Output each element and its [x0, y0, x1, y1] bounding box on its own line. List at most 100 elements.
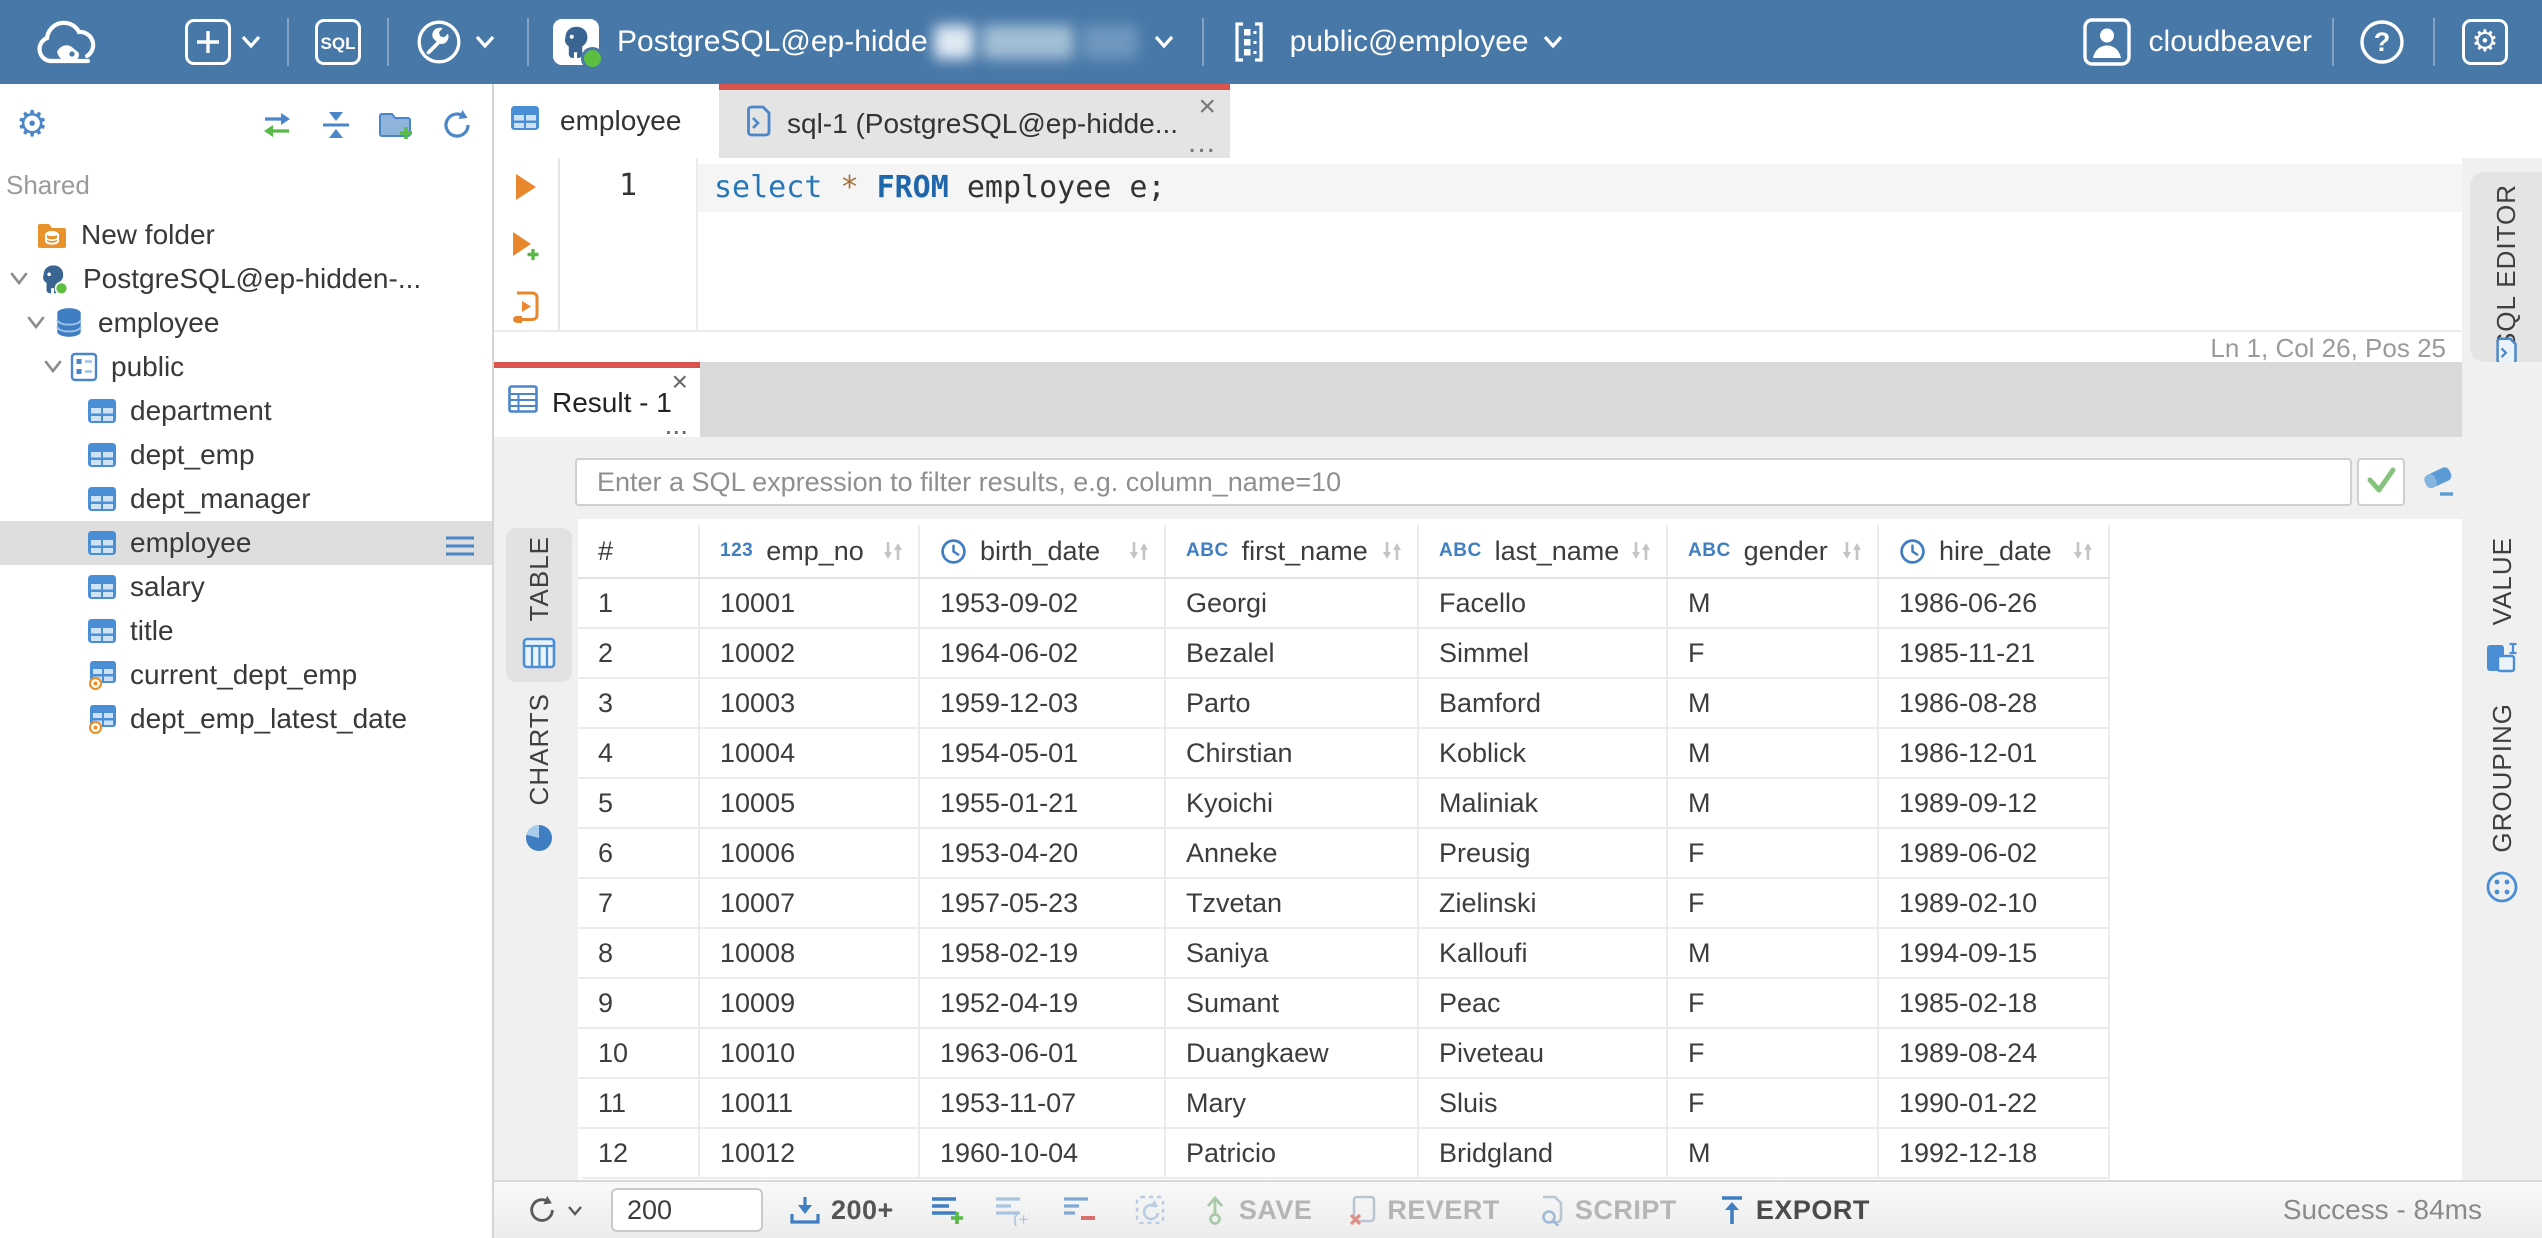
row-menu-handle-icon[interactable] [444, 532, 476, 564]
tree-item[interactable]: department [0, 389, 492, 433]
grid-cell[interactable]: 10005 [699, 778, 920, 829]
column-header-birth_date[interactable]: birth_date [919, 525, 1166, 579]
column-header-hire_date[interactable]: hire_date [1878, 525, 2110, 579]
grid-cell[interactable]: F [1667, 1028, 1879, 1079]
grid-cell[interactable]: Piveteau [1418, 1028, 1668, 1079]
grid-cell[interactable]: 1986-08-28 [1878, 678, 2110, 729]
grid-cell[interactable]: Kalloufi [1418, 928, 1668, 979]
sort-icon[interactable] [1379, 538, 1405, 564]
grid-cell[interactable]: Bridgland [1418, 1128, 1668, 1179]
tab-more-icon[interactable]: ... [1188, 128, 1216, 158]
grid-cell[interactable]: 1963-06-01 [919, 1028, 1166, 1079]
row-number-cell[interactable]: 2 [578, 628, 700, 679]
revert-button[interactable]: REVERT [1348, 1194, 1500, 1226]
grid-cell[interactable]: Simmel [1418, 628, 1668, 679]
grid-cell[interactable]: 1990-01-22 [1878, 1078, 2110, 1129]
tree-item[interactable]: title [0, 609, 492, 653]
schema-selector-label[interactable]: public@employee [1290, 25, 1529, 59]
sort-icon[interactable] [880, 538, 906, 564]
grid-cell[interactable]: Mary [1165, 1078, 1419, 1129]
row-number-cell[interactable]: 1 [578, 578, 700, 629]
grid-cell[interactable]: 1989-02-10 [1878, 878, 2110, 929]
column-header-last_name[interactable]: ABC last_name [1418, 525, 1668, 579]
refresh-result-button[interactable] [526, 1194, 583, 1226]
row-number-cell[interactable]: 12 [578, 1128, 700, 1179]
grid-cell[interactable]: 10004 [699, 728, 920, 779]
grid-cell[interactable]: 1989-06-02 [1878, 828, 2110, 879]
chevron-down-icon[interactable] [25, 315, 53, 331]
schema-chevron-icon[interactable] [1541, 34, 1565, 50]
tab-sql-editor-vertical[interactable]: SQL EDITOR [2470, 172, 2542, 362]
tab-sql-editor[interactable]: sql-1 (PostgreSQL@ep-hidde... × ... [719, 84, 1230, 158]
row-number-cell[interactable]: 8 [578, 928, 700, 979]
driver-chevron-icon[interactable] [473, 34, 497, 50]
tree-item[interactable]: employee [0, 521, 492, 565]
tree-item[interactable]: public [0, 345, 492, 389]
link-editor-sync-icon[interactable] [260, 111, 294, 139]
refresh-tree-icon[interactable] [440, 108, 474, 142]
grid-cell[interactable]: 1960-10-04 [919, 1128, 1166, 1179]
execute-new-tab-button[interactable] [511, 230, 541, 262]
grid-cell[interactable]: Patricio [1165, 1128, 1419, 1179]
grid-cell[interactable]: 10003 [699, 678, 920, 729]
user-icon[interactable] [2082, 18, 2131, 66]
tree-item[interactable]: employee [0, 301, 492, 345]
grid-cell[interactable]: M [1667, 578, 1879, 629]
grid-cell[interactable]: 1985-11-21 [1878, 628, 2110, 679]
grid-cell[interactable]: 10009 [699, 978, 920, 1029]
grid-cell[interactable]: Kyoichi [1165, 778, 1419, 829]
postgres-connection-icon[interactable] [553, 19, 604, 70]
tab-table-presentation[interactable]: TABLE [506, 528, 572, 682]
tab-employee[interactable]: employee [494, 84, 719, 158]
chevron-down-icon[interactable] [42, 359, 70, 375]
grid-cell[interactable]: 10012 [699, 1128, 920, 1179]
add-row-button[interactable] [930, 1194, 964, 1226]
script-button[interactable]: SCRIPT [1536, 1194, 1677, 1226]
tree-item[interactable]: New folder [0, 213, 492, 257]
auto-refresh-button[interactable] [1134, 1194, 1166, 1226]
execute-script-button[interactable] [510, 290, 542, 324]
code-area[interactable]: select * FROM employee e; [698, 158, 2462, 330]
row-number-cell[interactable]: 9 [578, 978, 700, 1029]
tab-charts-presentation[interactable]: CHARTS [506, 693, 572, 852]
row-limit-input[interactable] [611, 1188, 763, 1232]
grid-cell[interactable]: Facello [1418, 578, 1668, 629]
collapse-all-icon[interactable] [320, 110, 352, 140]
grid-cell[interactable]: 10011 [699, 1078, 920, 1129]
row-number-cell[interactable]: 7 [578, 878, 700, 929]
tree-item[interactable]: PostgreSQL@ep-hidden-... [0, 257, 492, 301]
grid-cell[interactable]: Bamford [1418, 678, 1668, 729]
grid-cell[interactable]: 1992-12-18 [1878, 1128, 2110, 1179]
execute-query-button[interactable] [513, 172, 539, 202]
row-number-cell[interactable]: 4 [578, 728, 700, 779]
grid-cell[interactable]: 1986-12-01 [1878, 728, 2110, 779]
save-button[interactable]: SAVE [1200, 1194, 1313, 1226]
new-connection-chevron-icon[interactable] [239, 34, 263, 50]
grid-cell[interactable]: 1952-04-19 [919, 978, 1166, 1029]
grid-cell[interactable]: Maliniak [1418, 778, 1668, 829]
grid-cell[interactable]: 10007 [699, 878, 920, 929]
clear-filter-eraser-icon[interactable] [2418, 463, 2458, 504]
row-number-cell[interactable]: 6 [578, 828, 700, 879]
sort-icon[interactable] [1126, 538, 1152, 564]
fetch-more-rows-button[interactable]: 200+ [788, 1195, 894, 1226]
row-number-cell[interactable]: 11 [578, 1078, 700, 1129]
connection-name[interactable]: PostgreSQL@ep-hidde [617, 25, 928, 59]
grid-cell[interactable]: Saniya [1165, 928, 1419, 979]
grid-cell[interactable]: 1964-06-02 [919, 628, 1166, 679]
row-number-cell[interactable]: 10 [578, 1028, 700, 1079]
grid-cell[interactable]: Anneke [1165, 828, 1419, 879]
grid-cell[interactable]: Sumant [1165, 978, 1419, 1029]
grid-cell[interactable]: M [1667, 778, 1879, 829]
column-header-gender[interactable]: ABC gender [1667, 525, 1879, 579]
grid-cell[interactable]: 1953-11-07 [919, 1078, 1166, 1129]
tree-item[interactable]: dept_emp [0, 433, 492, 477]
sort-icon[interactable] [1839, 538, 1865, 564]
new-folder-icon[interactable] [378, 109, 414, 141]
grid-cell[interactable]: M [1667, 928, 1879, 979]
grid-cell[interactable]: 1955-01-21 [919, 778, 1166, 829]
grid-cell[interactable]: M [1667, 678, 1879, 729]
duplicate-row-button[interactable]: (+) [994, 1194, 1030, 1226]
help-icon[interactable]: ? [2358, 18, 2406, 66]
user-name-label[interactable]: cloudbeaver [2149, 25, 2312, 59]
